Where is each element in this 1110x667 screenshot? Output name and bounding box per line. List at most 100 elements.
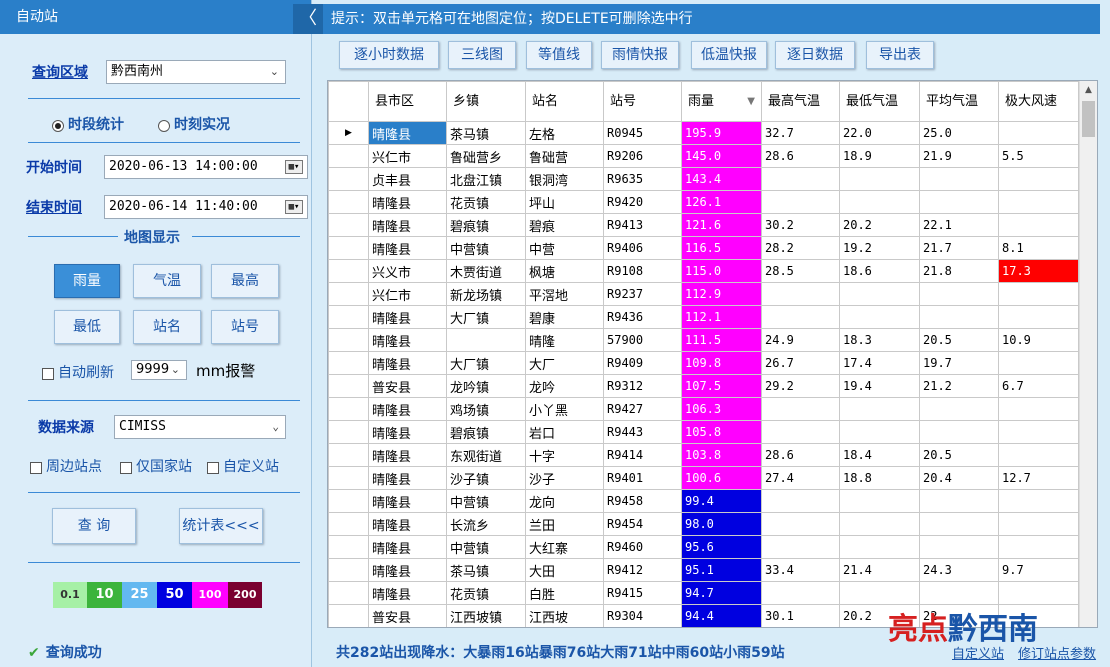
table-row[interactable]: 晴隆县 碧痕镇 碧痕 R9413 121.6 30.2 20.2 22.1 — [328, 213, 1079, 237]
cell-county[interactable]: 普安县 — [368, 604, 447, 627]
cell-station-name[interactable]: 坪山 — [525, 190, 604, 214]
cell-wind[interactable] — [998, 489, 1079, 513]
cell-max-temp[interactable]: 26.7 — [761, 351, 840, 375]
cell-town[interactable]: 中营镇 — [446, 489, 526, 513]
auto-refresh-checkbox[interactable]: 自动刷新 — [42, 362, 114, 382]
cell-station-name[interactable]: 银洞湾 — [525, 167, 604, 191]
scroll-up-icon[interactable]: ▲ — [1080, 81, 1097, 99]
table-row[interactable]: 晴隆县 晴隆 57900 111.5 24.9 18.3 20.5 10.9 — [328, 328, 1079, 352]
cell-min-temp[interactable]: 18.6 — [839, 259, 920, 283]
cell-town[interactable]: 茶马镇 — [446, 121, 526, 145]
cell-min-temp[interactable] — [839, 489, 920, 513]
cell-avg-temp[interactable]: 24.3 — [919, 558, 999, 582]
cell-station-id[interactable]: R9406 — [603, 236, 682, 260]
cell-max-temp[interactable]: 28.2 — [761, 236, 840, 260]
cell-station-name[interactable]: 十字 — [525, 443, 604, 467]
cell-avg-temp[interactable] — [919, 535, 999, 559]
cell-wind[interactable] — [998, 282, 1079, 306]
col-header-town[interactable]: 乡镇 — [446, 81, 526, 122]
cell-wind[interactable]: 6.7 — [998, 374, 1079, 398]
cell-county[interactable]: 晴隆县 — [368, 213, 447, 237]
cell-town[interactable]: 鸡场镇 — [446, 397, 526, 421]
cell-avg-temp[interactable]: 22.1 — [919, 213, 999, 237]
row-header[interactable] — [328, 397, 369, 421]
map-button-max[interactable]: 最高 — [211, 264, 279, 298]
cell-town[interactable]: 茶马镇 — [446, 558, 526, 582]
start-time-input[interactable]: 2020-06-13 14:00:00 ▦▾ — [104, 155, 308, 179]
cell-max-temp[interactable] — [761, 190, 840, 214]
export-table-button[interactable]: 导出表 — [866, 41, 934, 69]
cell-max-temp[interactable]: 30.1 — [761, 604, 840, 627]
cell-rain[interactable]: 94.7 — [681, 581, 762, 605]
cell-station-id[interactable]: R9108 — [603, 259, 682, 283]
cell-county[interactable]: 晴隆县 — [368, 558, 447, 582]
cell-town[interactable] — [446, 328, 526, 352]
calendar-icon[interactable]: ▦▾ — [285, 160, 303, 174]
cell-min-temp[interactable] — [839, 512, 920, 536]
col-header-avg-temp[interactable]: 平均气温 — [919, 81, 999, 122]
table-row[interactable]: 贞丰县 北盘江镇 银洞湾 R9635 143.4 — [328, 167, 1079, 191]
cell-max-temp[interactable]: 29.2 — [761, 374, 840, 398]
daily-data-button[interactable]: 逐日数据 — [775, 41, 855, 69]
cell-rain[interactable]: 143.4 — [681, 167, 762, 191]
cell-town[interactable]: 中营镇 — [446, 535, 526, 559]
cell-station-id[interactable]: R9420 — [603, 190, 682, 214]
map-button-temp[interactable]: 气温 — [133, 264, 201, 298]
cell-avg-temp[interactable] — [919, 489, 999, 513]
cell-wind[interactable] — [998, 121, 1079, 145]
cell-station-name[interactable]: 江西坡 — [525, 604, 604, 627]
cell-town[interactable]: 北盘江镇 — [446, 167, 526, 191]
cell-max-temp[interactable]: 28.6 — [761, 144, 840, 168]
cell-min-temp[interactable]: 18.4 — [839, 443, 920, 467]
table-row[interactable]: 晴隆县 大厂镇 大厂 R9409 109.8 26.7 17.4 19.7 — [328, 351, 1079, 375]
row-header[interactable] — [328, 144, 369, 168]
cell-wind[interactable] — [998, 397, 1079, 421]
cell-min-temp[interactable]: 21.4 — [839, 558, 920, 582]
stats-table-button[interactable]: 统计表<<< — [179, 508, 263, 544]
cell-station-name[interactable]: 大红寨 — [525, 535, 604, 559]
row-header[interactable] — [328, 213, 369, 237]
cell-rain[interactable]: 109.8 — [681, 351, 762, 375]
cell-station-id[interactable]: 57900 — [603, 328, 682, 352]
cell-station-id[interactable]: R9415 — [603, 581, 682, 605]
cell-station-id[interactable]: R9304 — [603, 604, 682, 627]
cell-min-temp[interactable] — [839, 535, 920, 559]
cell-rain[interactable]: 95.6 — [681, 535, 762, 559]
row-header[interactable] — [328, 535, 369, 559]
cell-min-temp[interactable]: 20.2 — [839, 213, 920, 237]
vertical-scrollbar[interactable]: ▲ — [1079, 81, 1097, 627]
cell-county[interactable]: 晴隆县 — [368, 443, 447, 467]
revise-params-link[interactable]: 修订站点参数 — [1018, 643, 1096, 662]
cell-county[interactable]: 晴隆县 — [368, 351, 447, 375]
col-header-max-temp[interactable]: 最高气温 — [761, 81, 840, 122]
cell-town[interactable]: 中营镇 — [446, 236, 526, 260]
cell-station-id[interactable]: R9206 — [603, 144, 682, 168]
cell-max-temp[interactable] — [761, 581, 840, 605]
cell-station-name[interactable]: 龙吟 — [525, 374, 604, 398]
cell-avg-temp[interactable] — [919, 167, 999, 191]
cell-station-id[interactable]: R9436 — [603, 305, 682, 329]
cell-county[interactable]: 兴义市 — [368, 259, 447, 283]
cell-rain[interactable]: 98.0 — [681, 512, 762, 536]
table-row[interactable]: 晴隆县 沙子镇 沙子 R9401 100.6 27.4 18.8 20.4 12.7 — [328, 466, 1079, 490]
cell-station-name[interactable]: 白胜 — [525, 581, 604, 605]
cell-station-name[interactable]: 枫塘 — [525, 259, 604, 283]
cell-avg-temp[interactable] — [919, 581, 999, 605]
cell-max-temp[interactable] — [761, 489, 840, 513]
col-header-min-temp[interactable]: 最低气温 — [839, 81, 920, 122]
cell-station-id[interactable]: R9414 — [603, 443, 682, 467]
cell-station-id[interactable]: R9412 — [603, 558, 682, 582]
low-temp-report-button[interactable]: 低温快报 — [691, 41, 767, 69]
cell-max-temp[interactable]: 28.6 — [761, 443, 840, 467]
query-button[interactable]: 查 询 — [52, 508, 136, 544]
cell-station-id[interactable]: R9427 — [603, 397, 682, 421]
cell-rain[interactable]: 107.5 — [681, 374, 762, 398]
cell-max-temp[interactable] — [761, 420, 840, 444]
row-header[interactable] — [328, 190, 369, 214]
cell-avg-temp[interactable]: 20.5 — [919, 328, 999, 352]
cell-county[interactable]: 兴仁市 — [368, 144, 447, 168]
cell-wind[interactable] — [998, 443, 1079, 467]
cell-town[interactable]: 长流乡 — [446, 512, 526, 536]
table-row[interactable]: 晴隆县 茶马镇 大田 R9412 95.1 33.4 21.4 24.3 9.7 — [328, 558, 1079, 582]
cell-county[interactable]: 晴隆县 — [368, 420, 447, 444]
